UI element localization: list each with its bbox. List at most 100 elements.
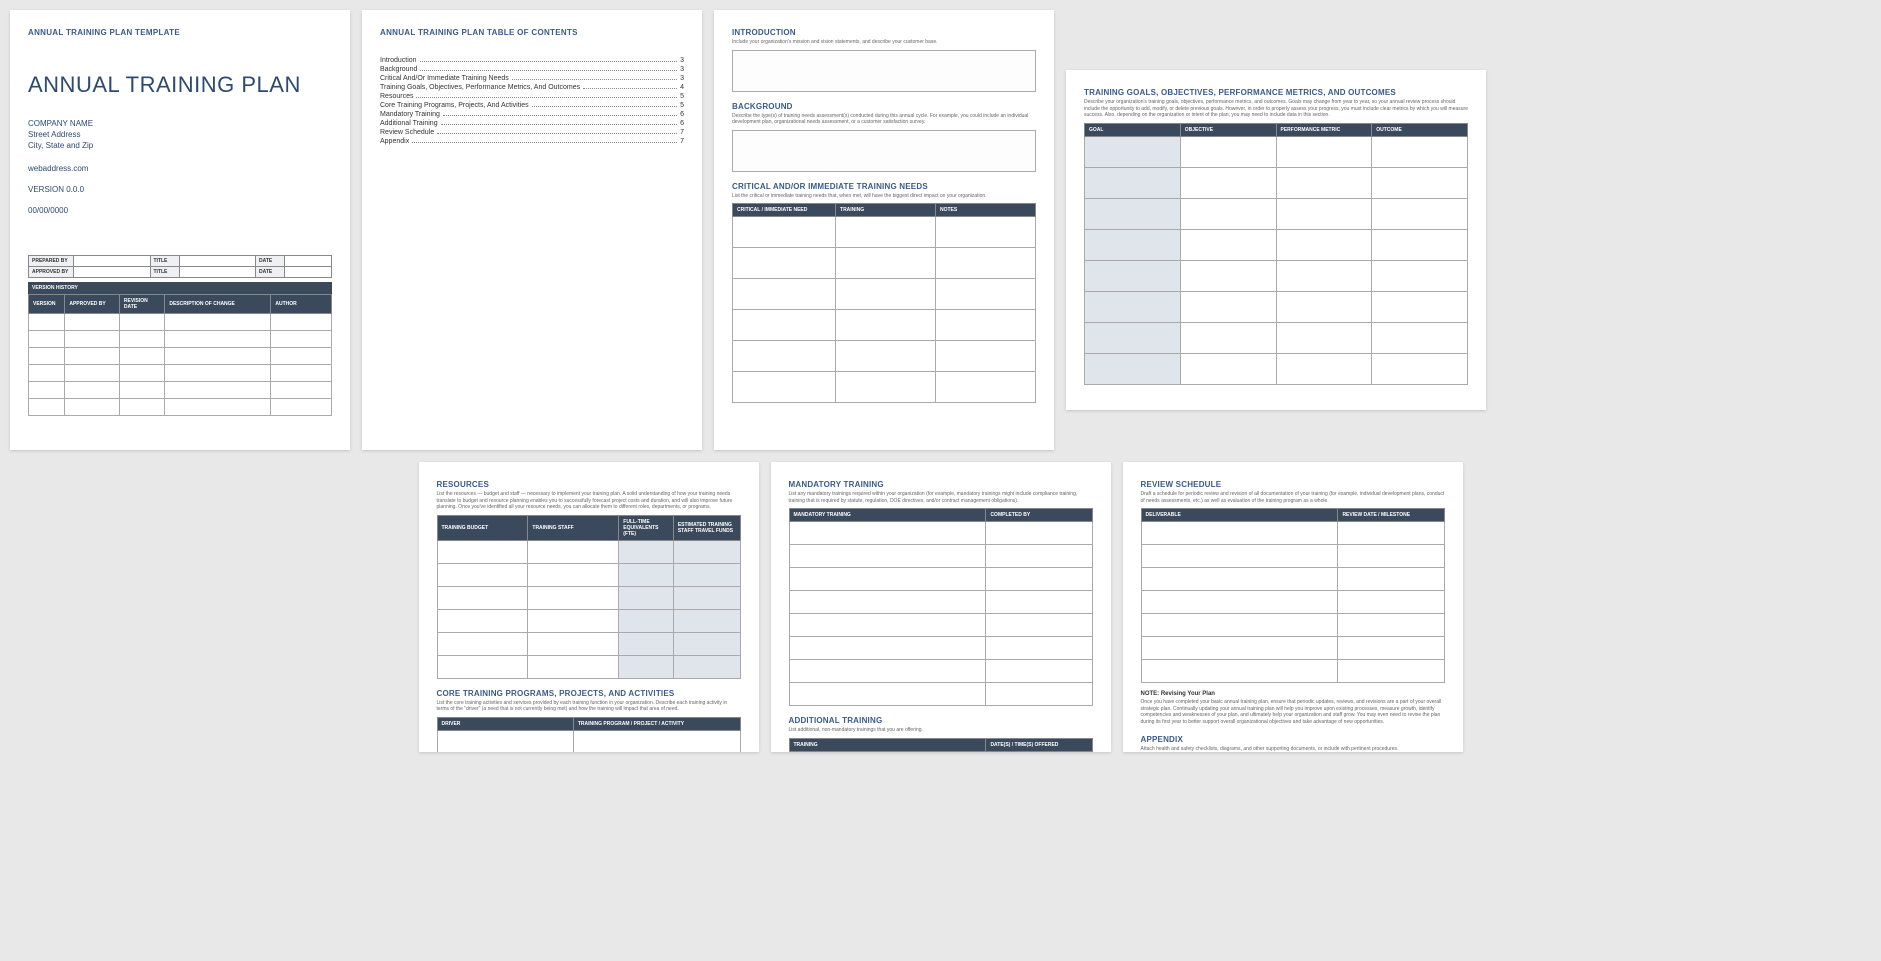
table-row — [733, 372, 1036, 403]
table-row — [789, 568, 1092, 591]
table-row — [1085, 291, 1468, 322]
approved-row: APPROVED BY TITLE DATE — [28, 267, 332, 278]
review-table: DELIVERABLE REVIEW DATE / MILESTONE — [1141, 508, 1445, 683]
table-row — [789, 591, 1092, 614]
version-history-header: VERSION HISTORY — [28, 282, 332, 294]
note-desc: Once you have completed your basic annua… — [1141, 699, 1445, 725]
background-desc: Describe the type(s) of training needs a… — [732, 113, 1036, 126]
critical-desc: List the critical or immediate training … — [732, 193, 1036, 200]
table-row — [733, 248, 1036, 279]
table-row — [29, 313, 332, 330]
table-row — [437, 632, 740, 655]
table-row — [1141, 637, 1444, 660]
toc-line: Resources5 — [380, 93, 684, 100]
goals-desc: Describe your organization's training go… — [1084, 99, 1468, 119]
resources-title: RESOURCES — [437, 480, 741, 489]
critical-title: CRITICAL AND/OR IMMEDIATE TRAINING NEEDS — [732, 182, 1036, 191]
page-intro: INTRODUCTION Include your organization's… — [714, 10, 1054, 450]
table-row — [1141, 545, 1444, 568]
table-row — [437, 655, 740, 678]
table-row — [789, 545, 1092, 568]
page-review: REVIEW SCHEDULE Draft a schedule for per… — [1123, 462, 1463, 752]
table-row — [1085, 198, 1468, 229]
toc-line: Core Training Programs, Projects, And Ac… — [380, 102, 684, 109]
table-row — [1085, 167, 1468, 198]
page-title: ANNUAL TRAINING PLAN TEMPLATE ANNUAL TRA… — [10, 10, 350, 450]
additional-title: ADDITIONAL TRAINING — [789, 716, 1093, 725]
table-row — [29, 381, 332, 398]
table-row — [29, 347, 332, 364]
mandatory-title: MANDATORY TRAINING — [789, 480, 1093, 489]
toc-line: Training Goals, Objectives, Performance … — [380, 84, 684, 91]
review-desc: Draft a schedule for periodic review and… — [1141, 491, 1445, 504]
introduction-box — [732, 50, 1036, 92]
toc-line: Review Schedule7 — [380, 129, 684, 136]
table-row — [1085, 260, 1468, 291]
toc-line: Appendix7 — [380, 138, 684, 145]
toc-line: Critical And/Or Immediate Training Needs… — [380, 75, 684, 82]
doc-date: 00/00/0000 — [28, 206, 332, 215]
table-row — [437, 586, 740, 609]
page-toc: ANNUAL TRAINING PLAN TABLE OF CONTENTS I… — [362, 10, 702, 450]
web-address: webaddress.com — [28, 164, 332, 173]
table-row — [1141, 660, 1444, 683]
page-goals: TRAINING GOALS, OBJECTIVES, PERFORMANCE … — [1066, 70, 1486, 410]
toc-list: Introduction3 Background3 Critical And/Or … — [380, 57, 684, 145]
page-resources: RESOURCES List the resources — budget an… — [419, 462, 759, 752]
table-row — [29, 364, 332, 381]
table-row — [733, 341, 1036, 372]
table-row — [1085, 229, 1468, 260]
version: VERSION 0.0.0 — [28, 185, 332, 194]
toc-line: Additional Training6 — [380, 120, 684, 127]
appendix-desc: Attach health and safety checklists, dia… — [1141, 746, 1445, 752]
city-state-zip: City, State and Zip — [28, 140, 332, 151]
table-row — [789, 660, 1092, 683]
table-row — [29, 398, 332, 415]
street: Street Address — [28, 129, 332, 140]
core-table: DRIVER TRAINING PROGRAM / PROJECT / ACTI… — [437, 717, 741, 753]
additional-desc: List additional, non-mandatory trainings… — [789, 727, 1093, 734]
company-name: COMPANY NAME — [28, 118, 332, 129]
resources-table: TRAINING BUDGET TRAINING STAFF FULL-TIME… — [437, 515, 741, 679]
table-row — [789, 637, 1092, 660]
background-title: BACKGROUND — [732, 102, 1036, 111]
prepared-row: PREPARED BY TITLE DATE — [28, 255, 332, 267]
toc-line: Background3 — [380, 66, 684, 73]
table-row — [29, 330, 332, 347]
goals-title: TRAINING GOALS, OBJECTIVES, PERFORMANCE … — [1084, 88, 1468, 97]
table-row — [1085, 353, 1468, 384]
core-desc: List the core training activities and se… — [437, 700, 741, 713]
review-title: REVIEW SCHEDULE — [1141, 480, 1445, 489]
introduction-title: INTRODUCTION — [732, 28, 1036, 37]
table-row — [437, 609, 740, 632]
page-mandatory: MANDATORY TRAINING List any mandatory tr… — [771, 462, 1111, 752]
table-row — [789, 683, 1092, 706]
table-row — [789, 614, 1092, 637]
note-title: NOTE: Revising Your Plan — [1141, 691, 1445, 697]
core-title: CORE TRAINING PROGRAMS, PROJECTS, AND AC… — [437, 689, 741, 698]
template-header: ANNUAL TRAINING PLAN TEMPLATE — [28, 28, 332, 37]
mandatory-desc: List any mandatory trainings required wi… — [789, 491, 1093, 504]
table-row — [1141, 522, 1444, 545]
table-row — [789, 522, 1092, 545]
table-row — [733, 217, 1036, 248]
table-row — [1085, 322, 1468, 353]
goals-table: GOAL OBJECTIVE PERFORMANCE METRIC OUTCOM… — [1084, 123, 1468, 385]
table-row — [437, 563, 740, 586]
additional-table: TRAINING DATE(S) / TIME(S) OFFERED — [789, 738, 1093, 753]
toc-line: Mandatory Training6 — [380, 111, 684, 118]
table-row — [789, 751, 1092, 752]
table-row — [1141, 591, 1444, 614]
table-row — [733, 279, 1036, 310]
toc-line: Introduction3 — [380, 57, 684, 64]
appendix-title: APPENDIX — [1141, 735, 1445, 744]
table-row — [733, 310, 1036, 341]
table-row — [437, 730, 740, 752]
company-block: COMPANY NAME Street Address City, State … — [28, 118, 332, 152]
mandatory-table: MANDATORY TRAINING COMPLETED BY — [789, 508, 1093, 706]
introduction-desc: Include your organization's mission and … — [732, 39, 1036, 46]
critical-needs-table: CRITICAL / IMMEDIATE NEED TRAINING NOTES — [732, 203, 1036, 403]
table-row — [437, 540, 740, 563]
doc-title: ANNUAL TRAINING PLAN — [28, 72, 332, 98]
version-history-table: VERSION APPROVED BY REVISION DATE DESCRI… — [28, 294, 332, 416]
